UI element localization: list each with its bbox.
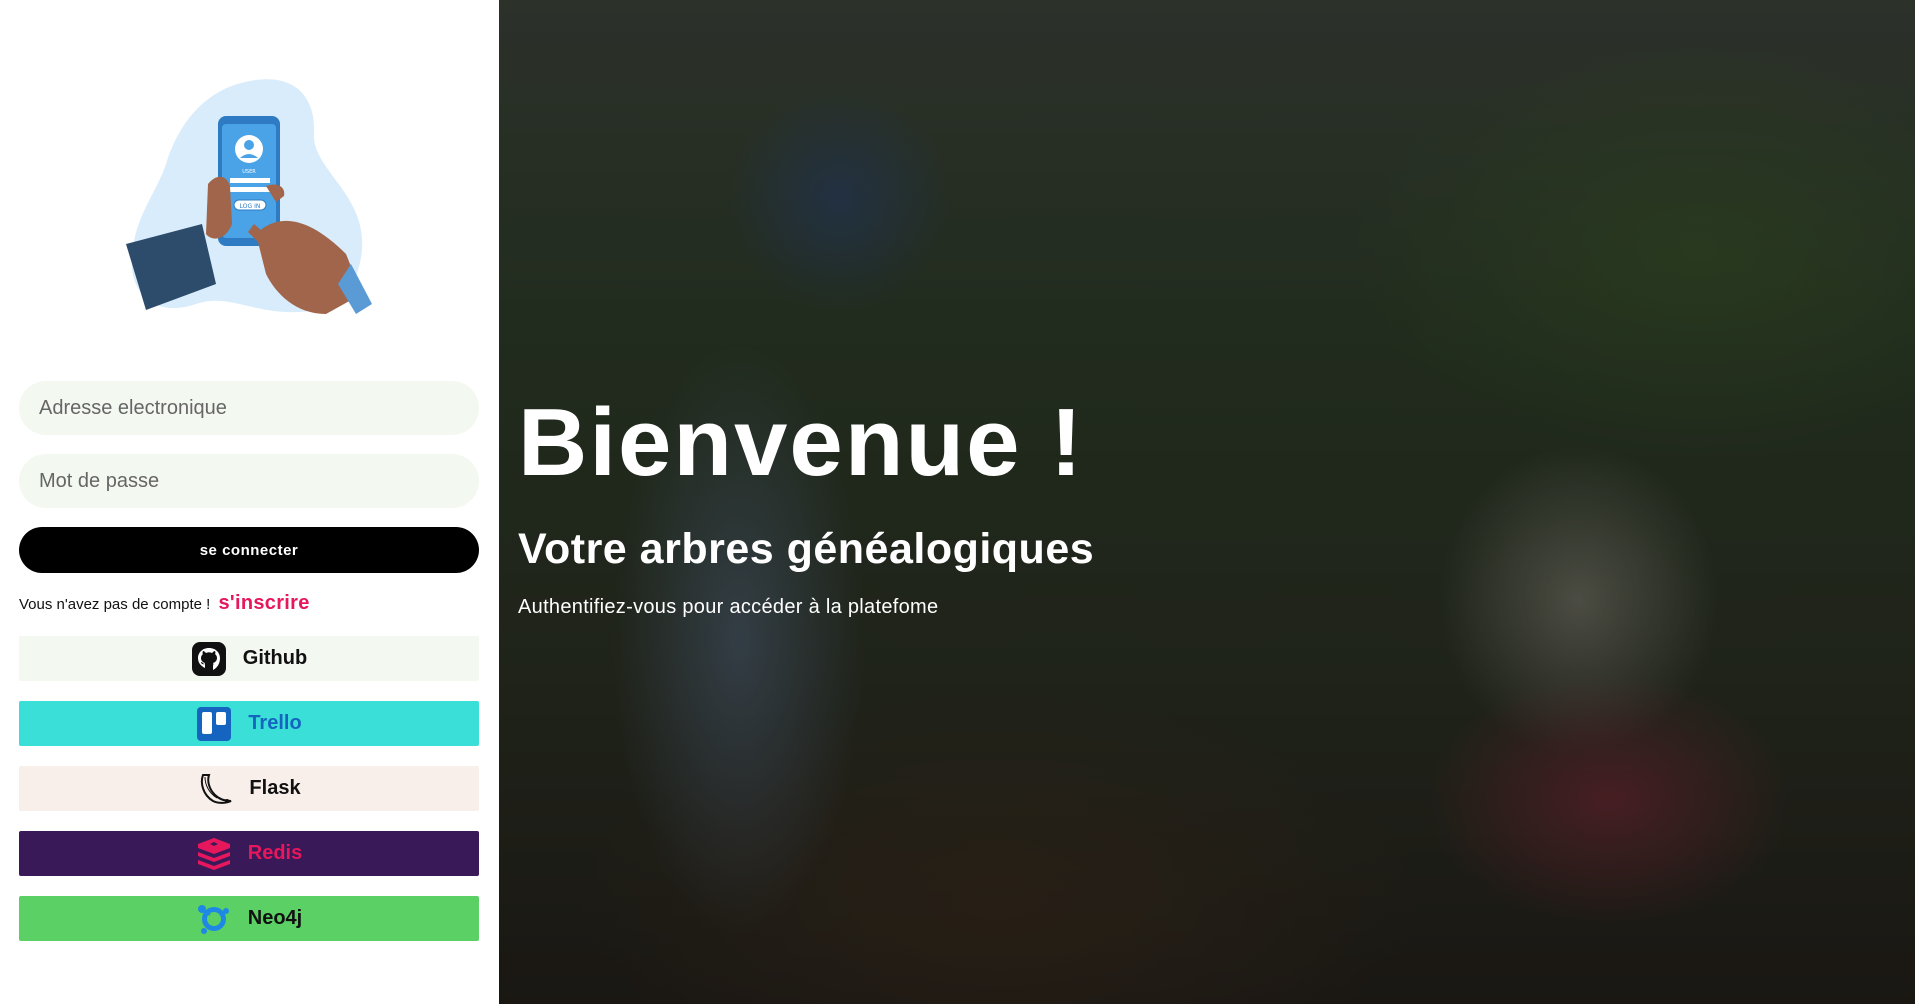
github-login-button[interactable]: Github [19, 636, 479, 681]
neo4j-icon [196, 901, 232, 937]
svg-text:LOG IN: LOG IN [240, 203, 261, 210]
trello-label: Trello [248, 712, 302, 734]
trello-icon [196, 706, 232, 742]
github-icon [191, 641, 227, 677]
trello-login-button[interactable]: Trello [19, 701, 479, 746]
flask-login-button[interactable]: Flask [19, 766, 479, 811]
login-panel: USER LOG IN se connecter Vous n'avez pas… [0, 0, 499, 1004]
signup-prompt: Vous n'avez pas de compte ! [19, 596, 211, 613]
redis-icon [196, 836, 232, 872]
redis-login-button[interactable]: Redis [19, 831, 479, 876]
password-input[interactable] [19, 454, 479, 508]
signup-link[interactable]: s'inscrire [219, 592, 310, 614]
neo4j-login-button[interactable]: Neo4j [19, 896, 479, 941]
email-input[interactable] [19, 381, 479, 435]
hero-subtitle: Votre arbres généalogiques [518, 525, 1095, 573]
hero-tagline: Authentifiez-vous pour accéder à la plat… [518, 596, 939, 618]
flask-icon [197, 771, 233, 807]
signup-row: Vous n'avez pas de compte ! s'inscrire [19, 592, 310, 615]
hero-title: Bienvenue ! [518, 389, 1085, 496]
redis-label: Redis [247, 842, 303, 864]
github-label: Github [242, 647, 308, 669]
hero-section: Bienvenue ! Votre arbres généalogiques A… [518, 395, 1094, 619]
svg-text:USER: USER [242, 169, 256, 175]
login-button[interactable]: se connecter [19, 527, 479, 573]
mobile-login-illustration: USER LOG IN [126, 74, 372, 320]
hero-background-image: Bienvenue ! Votre arbres généalogiques A… [499, 0, 1915, 1004]
neo4j-label: Neo4j [247, 907, 303, 929]
flask-label: Flask [249, 777, 301, 799]
